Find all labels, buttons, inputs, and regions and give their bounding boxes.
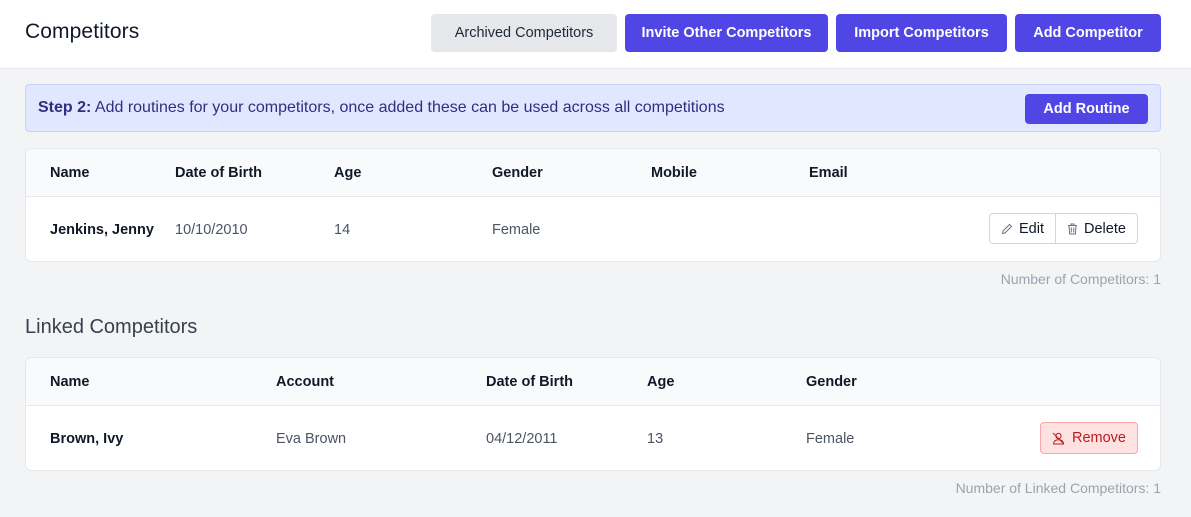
table-header: Name Account Date of Birth Age Gender	[26, 358, 1160, 406]
user-remove-icon	[1052, 432, 1065, 444]
column-header-name: Name	[50, 165, 90, 181]
column-header-dob: Date of Birth	[175, 165, 262, 181]
competitors-count: Number of Competitors: 1	[1000, 271, 1161, 287]
column-header-account: Account	[276, 374, 334, 390]
import-competitors-button[interactable]: Import Competitors	[836, 14, 1007, 52]
linked-competitor-age: 13	[647, 431, 664, 447]
competitors-table: Name Date of Birth Age Gender Mobile Ema…	[25, 148, 1161, 262]
column-header-dob: Date of Birth	[486, 374, 573, 390]
routine-banner: Step 2: Add routines for your competitor…	[25, 84, 1161, 132]
delete-label: Delete	[1084, 220, 1126, 237]
add-routine-button[interactable]: Add Routine	[1025, 94, 1148, 124]
banner-text: Step 2: Add routines for your competitor…	[38, 99, 725, 117]
competitor-dob: 10/10/2010	[175, 222, 248, 238]
column-header-name: Name	[50, 374, 90, 390]
linked-competitor-dob: 04/12/2011	[486, 431, 558, 447]
invite-competitors-button[interactable]: Invite Other Competitors	[625, 14, 828, 52]
competitor-gender: Female	[492, 222, 541, 238]
competitor-age: 14	[334, 222, 351, 238]
competitor-name: Jenkins, Jenny	[50, 222, 154, 238]
column-header-age: Age	[334, 165, 362, 181]
linked-competitor-name: Brown, Ivy	[50, 431, 124, 447]
linked-competitors-title: Linked Competitors	[25, 316, 198, 338]
column-header-mobile: Mobile	[651, 165, 697, 181]
edit-label: Edit	[1019, 220, 1044, 237]
trash-icon	[1068, 223, 1077, 234]
row-actions: Edit Delete	[989, 213, 1138, 244]
page-title: Competitors	[25, 20, 140, 43]
linked-competitor-gender: Female	[806, 431, 855, 447]
pencil-icon	[1001, 223, 1013, 234]
table-header: Name Date of Birth Age Gender Mobile Ema…	[26, 149, 1160, 197]
column-header-age: Age	[647, 374, 675, 390]
column-header-gender: Gender	[806, 374, 857, 390]
linked-competitor-account: Eva Brown	[276, 431, 347, 447]
linked-competitors-count: Number of Linked Competitors: 1	[955, 480, 1161, 496]
banner-step-label: Step 2:	[38, 99, 92, 116]
remove-label: Remove	[1072, 430, 1126, 446]
column-header-gender: Gender	[492, 165, 543, 181]
archived-competitors-button[interactable]: Archived Competitors	[431, 14, 617, 52]
column-header-email: Email	[809, 165, 848, 181]
top-bar: Competitors Archived Competitors Invite …	[0, 0, 1191, 69]
banner-message: Add routines for your competitors, once …	[94, 99, 725, 116]
edit-button[interactable]: Edit	[990, 214, 1055, 243]
remove-button[interactable]: Remove	[1040, 422, 1138, 454]
delete-button[interactable]: Delete	[1055, 214, 1137, 243]
linked-competitors-table: Name Account Date of Birth Age Gender Br…	[25, 357, 1161, 471]
add-competitor-button[interactable]: Add Competitor	[1015, 14, 1161, 52]
